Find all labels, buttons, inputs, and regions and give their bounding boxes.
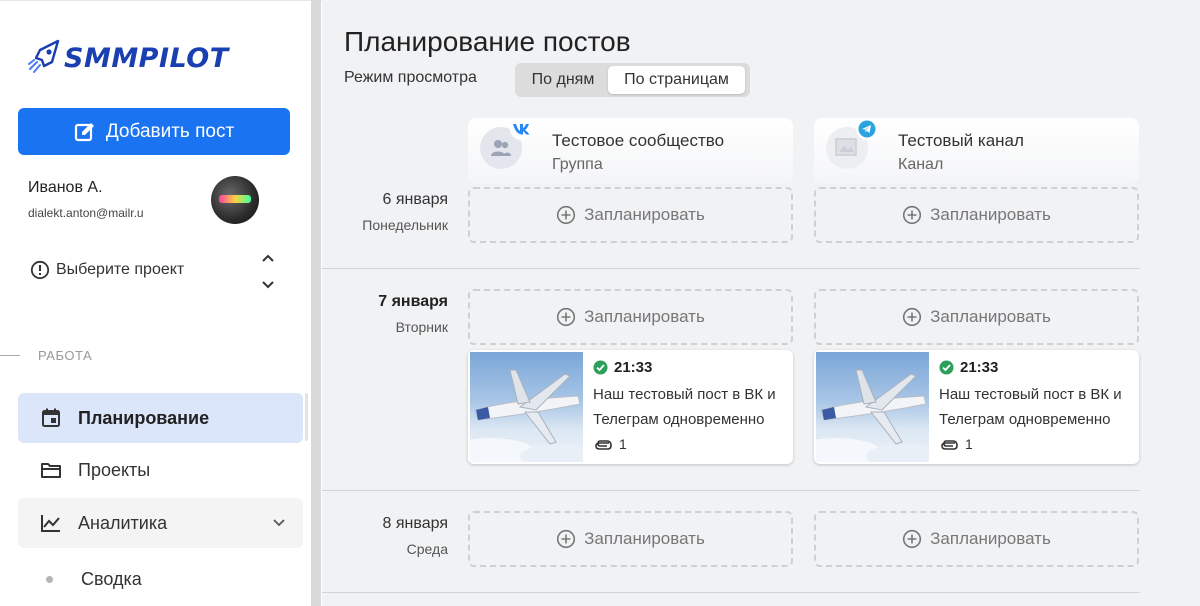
top-divider	[0, 0, 322, 1]
user-name: Иванов А.	[28, 179, 103, 196]
chevron-down-icon[interactable]	[260, 277, 276, 298]
check-circle-icon	[593, 360, 608, 375]
post-time: 21:33	[593, 359, 652, 376]
folder-icon	[40, 460, 62, 480]
schedule-button[interactable]: Запланировать	[814, 187, 1139, 243]
plus-circle-icon	[556, 205, 576, 225]
page-name: Тестовый канал	[898, 131, 1024, 150]
post-time-label: 21:33	[614, 359, 653, 376]
schedule-button[interactable]: Запланировать	[468, 187, 793, 243]
sidebar-scrollbar[interactable]	[311, 0, 321, 606]
page-type: Канал	[898, 156, 944, 173]
day-date: 7 января	[378, 293, 448, 310]
post-thumbnail	[470, 352, 583, 462]
chart-line-icon	[40, 513, 62, 533]
post-card[interactable]: 21:33 Наш тестовый пост в ВК и Телеграм …	[814, 350, 1139, 464]
logo-text: SMMPILOT	[64, 42, 229, 74]
nav-item-summary[interactable]: Сводка	[18, 554, 303, 604]
plus-circle-icon	[556, 529, 576, 549]
schedule-label: Запланировать	[930, 307, 1051, 326]
chevron-down-icon	[271, 515, 287, 536]
nav-label-projects: Проекты	[78, 459, 151, 480]
plus-circle-icon	[556, 307, 576, 327]
day-date: 6 января	[382, 191, 448, 208]
post-text: Наш тестовый пост в ВК и Телеграм одновр…	[939, 386, 1122, 428]
view-option-pages[interactable]: По страницам	[608, 66, 745, 94]
plus-circle-icon	[902, 205, 922, 225]
page-name: Тестовое сообщество	[552, 131, 725, 150]
schedule-label: Запланировать	[930, 529, 1051, 548]
attachment-count: 1	[619, 436, 627, 452]
day-divider	[322, 490, 1140, 491]
nav-label-planning: Планирование	[78, 407, 210, 428]
schedule-label: Запланировать	[584, 307, 705, 326]
view-option-days[interactable]: По дням	[518, 66, 608, 94]
page-title: Планирование постов	[344, 26, 631, 57]
paperclip-icon	[939, 437, 959, 451]
add-post-label: Добавить пост	[105, 120, 235, 142]
schedule-button[interactable]: Запланировать	[468, 511, 793, 567]
section-divider	[0, 355, 20, 356]
post-attachments: 1	[939, 436, 973, 452]
post-time: 21:33	[939, 359, 998, 376]
telegram-icon	[856, 118, 878, 140]
nav-item-planning[interactable]: Планирование	[18, 393, 303, 443]
nav-label-summary: Сводка	[81, 568, 142, 589]
project-select[interactable]: Выберите проект	[30, 260, 184, 280]
day-weekday: Вторник	[395, 319, 448, 335]
main-content: Планирование постов Режим просмотра По д…	[322, 0, 1200, 606]
nav-label-analytics: Аналитика	[78, 512, 168, 533]
page-header-vk: Тестовое сообщество Группа	[468, 118, 793, 184]
view-mode-label: Режим просмотра	[344, 69, 477, 86]
section-label-work: РАБОТА	[38, 348, 93, 363]
view-mode-toggle: По дням По страницам	[515, 63, 750, 97]
page-header-telegram: Тестовый канал Канал	[814, 118, 1139, 184]
schedule-label: Запланировать	[584, 205, 705, 224]
schedule-button[interactable]: Запланировать	[814, 289, 1139, 345]
schedule-label: Запланировать	[930, 205, 1051, 224]
day-divider	[322, 592, 1140, 593]
nav-active-indicator	[305, 393, 308, 441]
nav-item-analytics[interactable]: Аналитика	[18, 498, 303, 548]
info-circle-icon	[30, 260, 50, 280]
add-post-button[interactable]: Добавить пост	[18, 108, 290, 155]
schedule-button[interactable]: Запланировать	[814, 511, 1139, 567]
bullet-icon	[46, 575, 53, 583]
day-date: 8 января	[382, 515, 448, 532]
day-weekday: Среда	[406, 541, 448, 557]
paperclip-icon	[593, 437, 613, 451]
user-email: dialekt.anton@mailr.u	[28, 206, 144, 220]
plus-circle-icon	[902, 307, 922, 327]
post-time-label: 21:33	[960, 359, 999, 376]
rocket-icon	[28, 38, 62, 79]
schedule-button[interactable]: Запланировать	[468, 289, 793, 345]
post-card[interactable]: 21:33 Наш тестовый пост в ВК и Телеграм …	[468, 350, 793, 464]
post-text: Наш тестовый пост в ВК и Телеграм одновр…	[593, 386, 776, 428]
day-weekday: Понедельник	[362, 217, 448, 233]
chevron-up-icon[interactable]	[260, 250, 276, 271]
avatar[interactable]	[211, 176, 259, 224]
project-select-label: Выберите проект	[56, 261, 185, 278]
edit-icon	[74, 121, 96, 143]
attachment-count: 1	[965, 436, 973, 452]
post-thumbnail	[816, 352, 929, 462]
plus-circle-icon	[902, 529, 922, 549]
day-divider	[322, 268, 1140, 269]
page-type: Группа	[552, 156, 603, 173]
vk-icon	[510, 118, 532, 140]
logo[interactable]: SMMPILOT	[28, 38, 229, 78]
check-circle-icon	[939, 360, 954, 375]
sidebar: SMMPILOT Добавить пост Иванов А. dialekt…	[0, 0, 322, 606]
nav-item-projects[interactable]: Проекты	[18, 445, 303, 495]
post-attachments: 1	[593, 436, 627, 452]
schedule-label: Запланировать	[584, 529, 705, 548]
calendar-icon	[40, 407, 62, 429]
